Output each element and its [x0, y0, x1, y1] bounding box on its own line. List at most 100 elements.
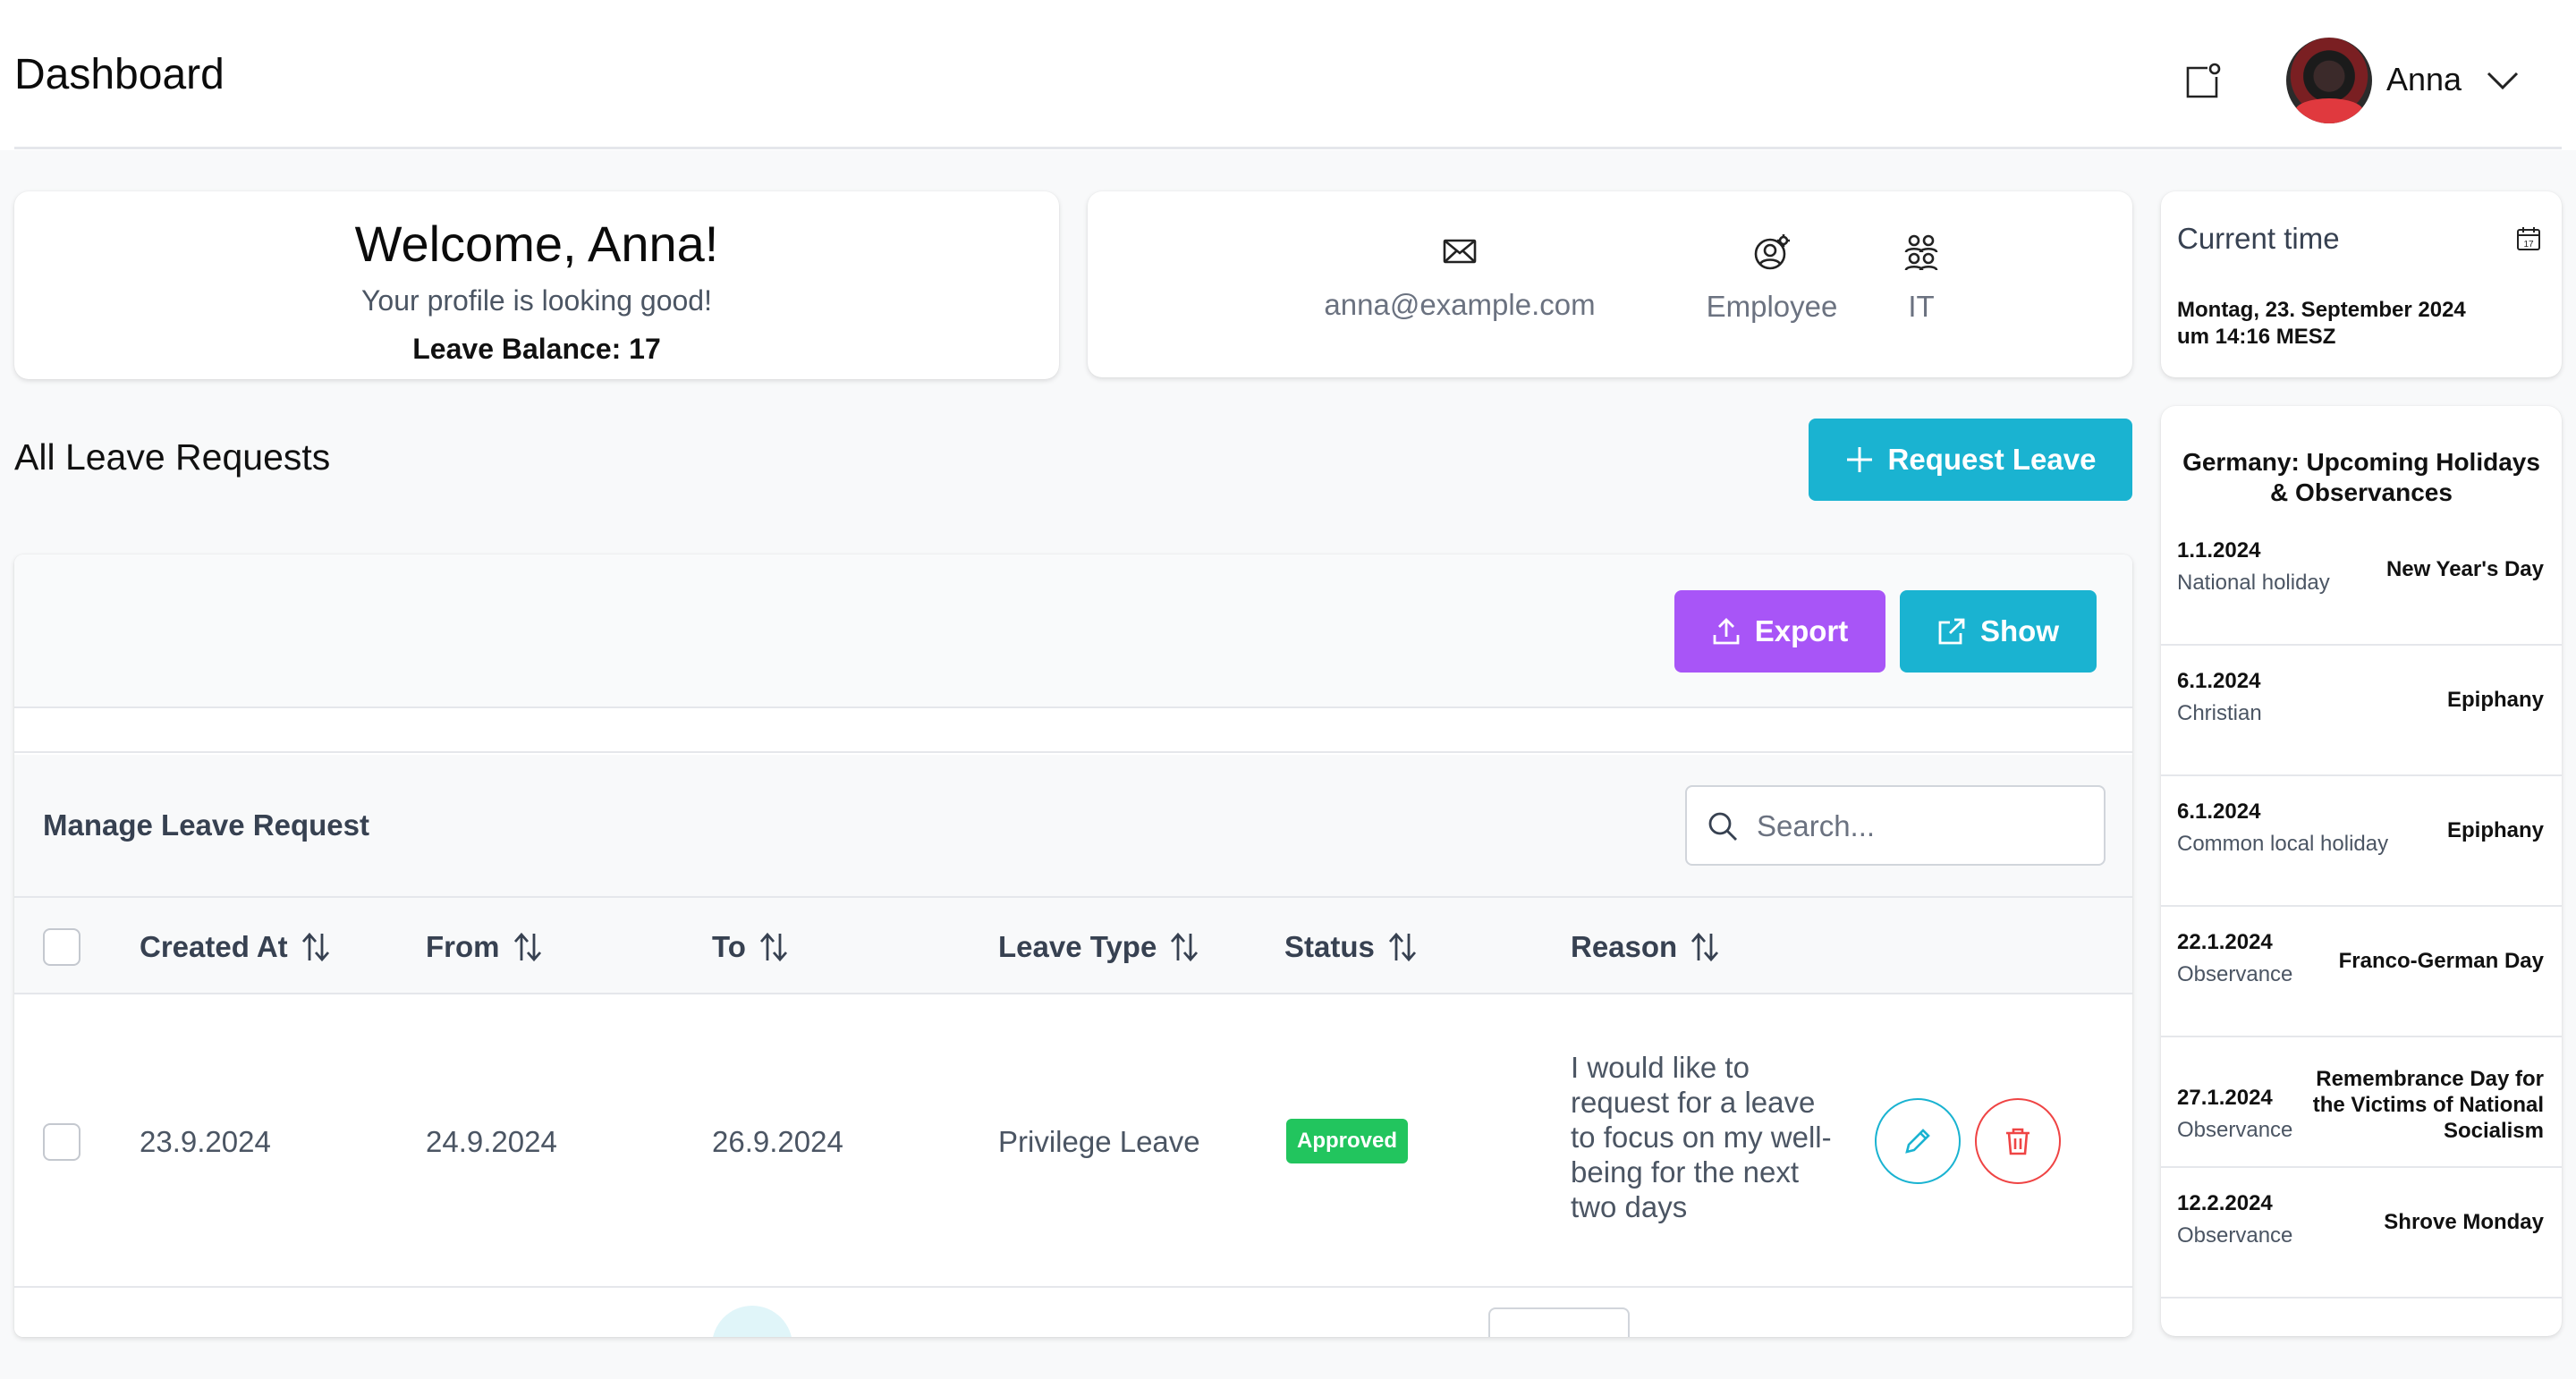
avatar[interactable] — [2286, 38, 2372, 123]
pagination-page-button[interactable] — [712, 1306, 792, 1337]
trash-icon — [2006, 1128, 2029, 1155]
cell-from: 24.9.2024 — [426, 1125, 557, 1158]
email-info: anna@example.com — [1288, 233, 1631, 322]
column-label: Created At — [140, 930, 288, 963]
chevron-down-icon[interactable] — [2485, 66, 2521, 93]
column-created-at[interactable]: Created At — [140, 930, 331, 964]
holiday-item: 22.1.2024 Observance Franco-German Day — [2161, 907, 2562, 1037]
holiday-date: 6.1.2024 — [2177, 669, 2261, 693]
role-text: Employee — [1706, 290, 1838, 323]
holiday-date: 6.1.2024 — [2177, 799, 2261, 824]
pagination-footer — [14, 1288, 2132, 1337]
cell-leave-type: Privilege Leave — [998, 1125, 1200, 1158]
sort-icon[interactable] — [1690, 932, 1720, 962]
holiday-date: 27.1.2024 — [2177, 1086, 2273, 1110]
table-header: Created At From To Leave Type Status Rea… — [14, 896, 2132, 994]
table-toolbar: Export Show — [14, 554, 2132, 708]
delete-button[interactable] — [1975, 1098, 2061, 1184]
holiday-item: 12.2.2024 Observance Shrove Monday — [2161, 1168, 2562, 1299]
column-reason[interactable]: Reason — [1571, 930, 1720, 964]
cell-created-at: 23.9.2024 — [140, 1125, 271, 1158]
holiday-name: Remembrance Day for the Victims of Natio… — [2312, 1067, 2544, 1143]
email-text: anna@example.com — [1324, 288, 1596, 321]
table-row: 23.9.2024 24.9.2024 26.9.2024 Privilege … — [14, 996, 2132, 1288]
holiday-kind: Observance — [2177, 1223, 2293, 1248]
profile-info-card: anna@example.com Employee IT — [1088, 191, 2132, 377]
sort-icon[interactable] — [1169, 932, 1199, 962]
current-time-card: Current time 17 Montag, 23. September 20… — [2161, 191, 2562, 377]
holiday-name: Shrove Monday — [2384, 1210, 2544, 1234]
column-label: Status — [1284, 930, 1375, 963]
export-button[interactable]: Export — [1674, 590, 1885, 673]
manage-header: Manage Leave Request — [14, 755, 2132, 896]
status-badge: Approved — [1286, 1119, 1409, 1163]
department-info: IT — [1868, 233, 1975, 324]
external-link-icon — [1938, 618, 1965, 645]
header-divider — [14, 147, 2562, 149]
welcome-card: Welcome, Anna! Your profile is looking g… — [14, 191, 1059, 379]
toolbar-spacer — [14, 708, 2132, 753]
column-to[interactable]: To — [712, 930, 789, 964]
current-time-value: Montag, 23. September 2024 um 14:16 MESZ — [2177, 297, 2466, 351]
request-leave-button[interactable]: Request Leave — [1809, 419, 2132, 501]
leave-table-panel: Export Show Manage Leave Request Created… — [14, 554, 2132, 1337]
top-header: Dashboard Anna — [0, 0, 2576, 150]
department-text: IT — [1908, 290, 1935, 323]
role-info: Employee — [1660, 233, 1884, 324]
column-status[interactable]: Status — [1284, 930, 1418, 964]
welcome-heading: Welcome, Anna! — [354, 216, 719, 272]
search-icon — [1708, 812, 1737, 841]
show-button[interactable]: Show — [1900, 590, 2097, 673]
holiday-kind: Christian — [2177, 701, 2262, 725]
page-title: Dashboard — [14, 51, 225, 98]
cell-to: 26.9.2024 — [712, 1125, 843, 1158]
plus-icon — [1846, 447, 1872, 472]
sort-icon[interactable] — [301, 932, 331, 962]
holiday-name: Epiphany — [2446, 688, 2544, 712]
user-name[interactable]: Anna — [2386, 61, 2462, 98]
svg-text:17: 17 — [2523, 240, 2534, 250]
row-checkbox[interactable] — [43, 1123, 80, 1161]
sort-icon[interactable] — [758, 932, 789, 962]
column-label: Leave Type — [998, 930, 1157, 963]
leave-balance: Leave Balance: 17 — [412, 333, 661, 365]
holiday-item: 27.1.2024 Observance Remembrance Day for… — [2161, 1037, 2562, 1168]
welcome-subtitle: Your profile is looking good! — [361, 284, 712, 317]
holidays-title: Germany: Upcoming Holidays & Observances — [2182, 448, 2540, 506]
holiday-date: 12.2.2024 — [2177, 1191, 2273, 1215]
search-box[interactable] — [1685, 785, 2106, 866]
page-size-select[interactable] — [1488, 1307, 1630, 1337]
search-input[interactable] — [1757, 805, 2088, 848]
show-label: Show — [1980, 614, 2059, 647]
pencil-icon — [1905, 1129, 1930, 1154]
holiday-kind: Observance — [2177, 962, 2293, 986]
holiday-date: 1.1.2024 — [2177, 538, 2261, 563]
holiday-name: Epiphany — [2446, 818, 2544, 842]
current-time-clock: um 14:16 MESZ — [2177, 325, 2336, 349]
holiday-date: 22.1.2024 — [2177, 930, 2273, 954]
sort-icon[interactable] — [1387, 932, 1418, 962]
column-leave-type[interactable]: Leave Type — [998, 930, 1199, 964]
team-icon — [1904, 234, 1938, 271]
edit-button[interactable] — [1875, 1098, 1961, 1184]
holidays-card: Germany: Upcoming Holidays & Observances… — [2161, 406, 2562, 1336]
column-label: To — [712, 930, 746, 963]
manage-title: Manage Leave Request — [43, 808, 369, 842]
notification-icon[interactable] — [2181, 61, 2224, 104]
holiday-name: New Year's Day — [2385, 557, 2544, 581]
user-gear-icon — [1754, 234, 1790, 270]
holiday-kind: Observance — [2177, 1118, 2293, 1142]
holiday-item: 1.1.2024 National holiday New Year's Day — [2161, 515, 2562, 646]
sort-icon[interactable] — [513, 932, 543, 962]
cell-reason: I would like to request for a leave to f… — [1571, 1051, 1832, 1223]
holiday-item: 6.1.2024 Christian Epiphany — [2161, 646, 2562, 776]
column-label: Reason — [1571, 930, 1678, 963]
column-from[interactable]: From — [426, 930, 543, 964]
request-leave-label: Request Leave — [1887, 443, 2097, 476]
holiday-item: 6.1.2024 Common local holiday Epiphany — [2161, 776, 2562, 907]
export-label: Export — [1754, 614, 1849, 647]
upload-icon — [1713, 618, 1740, 645]
mail-icon — [1443, 239, 1477, 264]
select-all-checkbox[interactable] — [43, 928, 80, 966]
current-time-date: Montag, 23. September 2024 — [2177, 298, 2466, 322]
